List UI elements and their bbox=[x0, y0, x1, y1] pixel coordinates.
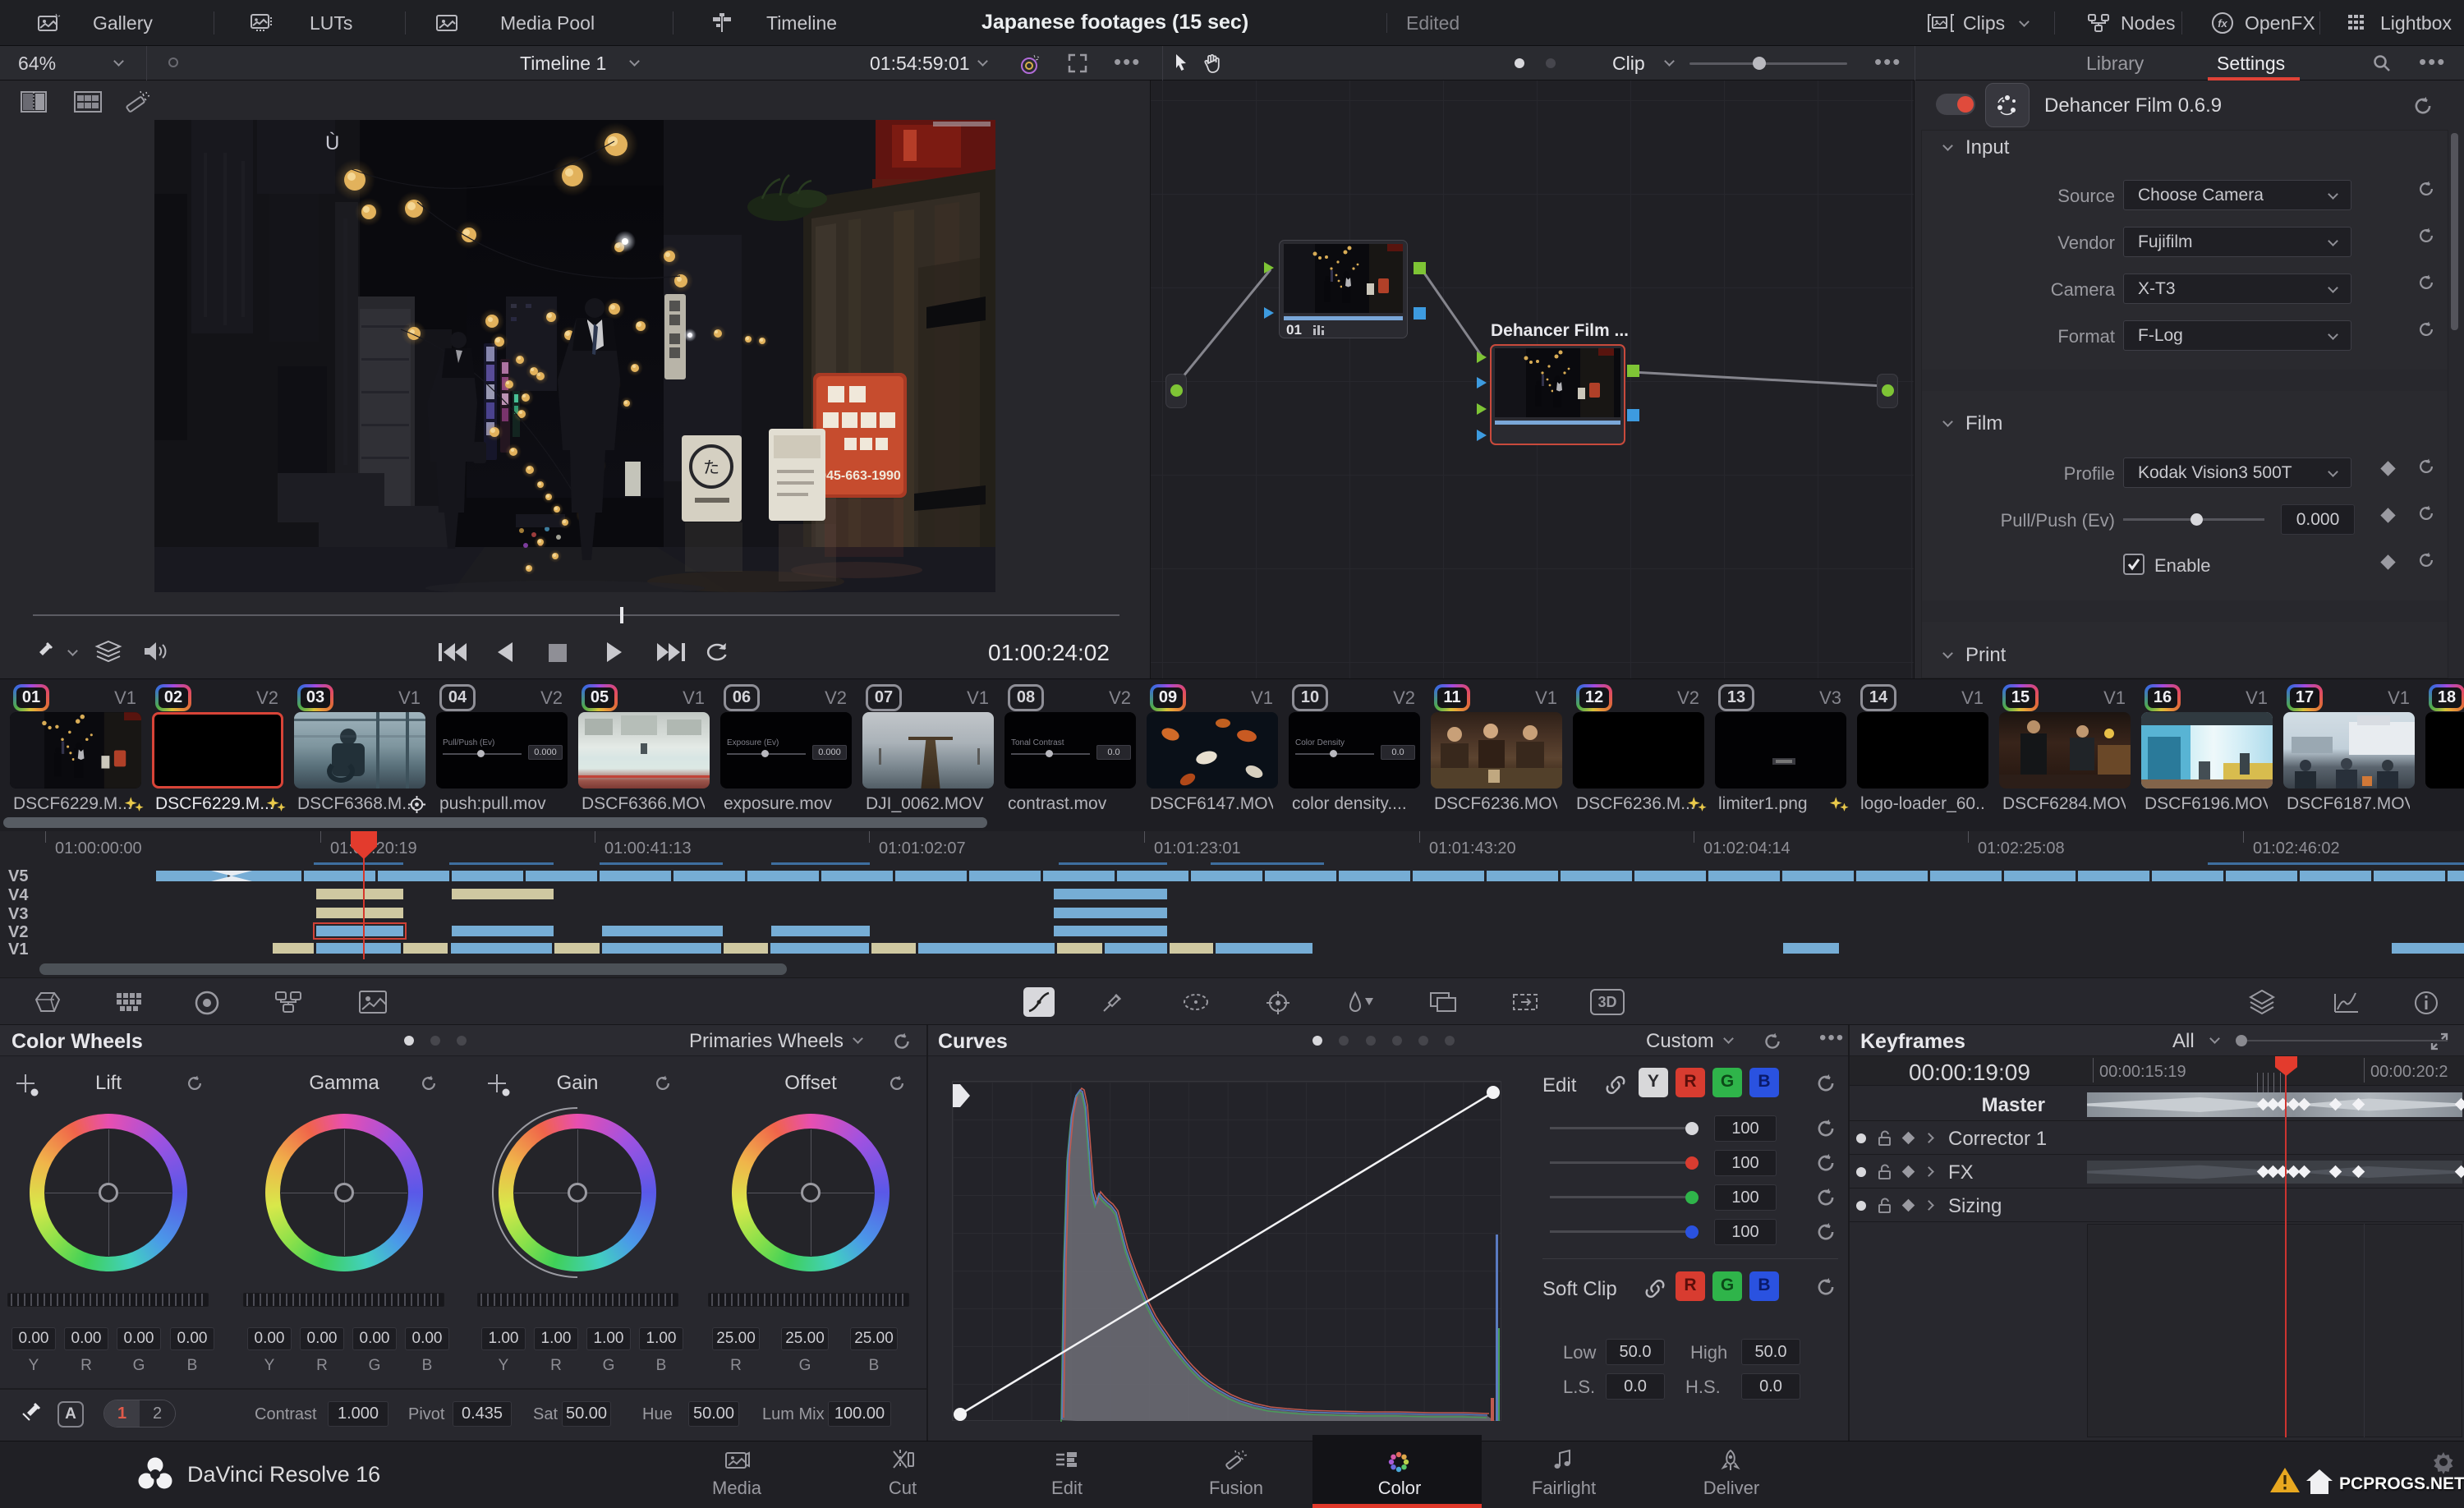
svg-text:fx: fx bbox=[2218, 17, 2227, 30]
svg-text:た: た bbox=[703, 459, 719, 477]
svg-text:045-663-1990: 045-663-1990 bbox=[819, 469, 901, 483]
svg-text:Ù: Ù bbox=[325, 132, 339, 154]
